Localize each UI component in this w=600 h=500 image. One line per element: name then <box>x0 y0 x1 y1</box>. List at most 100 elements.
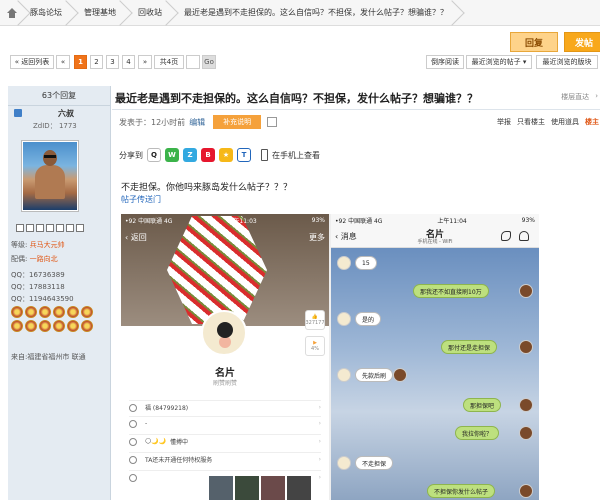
medal-icon[interactable] <box>53 306 65 318</box>
medal-icon[interactable] <box>39 320 51 332</box>
supplement-button[interactable]: 补充说明 <box>213 115 262 129</box>
medal-icon[interactable] <box>53 320 65 332</box>
cover-photo <box>167 216 267 324</box>
reply-button[interactable]: 回复 <box>510 32 558 52</box>
go-button[interactable]: Go <box>202 55 216 69</box>
blog-icon[interactable] <box>56 224 64 232</box>
floor-jump-label: 楼层直达 <box>561 93 590 101</box>
crown-icon <box>129 437 137 446</box>
prev-page-button[interactable]: « <box>56 55 70 69</box>
mobile-phone-icon <box>261 149 268 161</box>
breadcrumb-item-thread[interactable]: 最近老是遇到不走担保的。这么自信吗？不担保，发什么帖子？想骗谁？？ <box>170 0 456 26</box>
reverse-read-button[interactable]: 倒序阅读 <box>426 55 464 69</box>
thread-portal-link[interactable]: 帖子传送门 <box>121 194 161 205</box>
chat-bubble-self: 那付还是走担保 <box>441 340 498 354</box>
contact-icon <box>519 231 529 241</box>
medal-icon[interactable] <box>67 306 79 318</box>
photo-thumb <box>261 476 285 500</box>
breadcrumb: 豚岛论坛 管理基地 回收站 最近老是遇到不走担保的。这么自信吗？不担保，发什么帖… <box>0 0 600 26</box>
level-value: 兵马大元帅 <box>29 241 65 249</box>
next-page-button[interactable]: » <box>138 55 152 69</box>
medal-icon[interactable] <box>25 306 37 318</box>
qq-2: QQ：17883118 <box>11 283 65 291</box>
floor-label: 楼主 <box>585 118 599 126</box>
back-to-list-button[interactable]: « 返回列表 <box>10 55 54 69</box>
breadcrumb-item-admin[interactable]: 管理基地 <box>70 0 124 26</box>
profile-name: 名片 <box>215 368 235 379</box>
medal-icon[interactable] <box>81 320 93 332</box>
medal-list <box>11 306 101 332</box>
mail-icon[interactable] <box>76 224 84 232</box>
page-3[interactable]: 3 <box>106 55 119 69</box>
contact-avatar <box>337 312 351 326</box>
page-jump-input[interactable] <box>186 55 200 69</box>
only-author-link[interactable]: 只看楼主 <box>517 117 545 127</box>
favorite-star-icon[interactable]: ★ <box>219 148 233 162</box>
use-item-link[interactable]: 使用道具 <box>551 117 579 127</box>
medal-icon[interactable] <box>39 306 51 318</box>
message-icon[interactable] <box>16 224 24 232</box>
medal-icon[interactable] <box>11 320 23 332</box>
add-friend-icon[interactable] <box>26 224 34 232</box>
uid-label: ZdID： <box>33 122 57 130</box>
total-pages: 共4页 <box>154 55 184 69</box>
chat-bubble: 先款后刷 <box>355 368 394 382</box>
avatar[interactable] <box>21 140 79 212</box>
back-button: ‹ 返回 <box>125 233 147 242</box>
profile-row-qq: 福 (84799218) › <box>129 400 321 414</box>
page-2[interactable]: 2 <box>90 55 103 69</box>
chevron-right-icon: › <box>595 92 598 100</box>
medal-icon[interactable] <box>25 320 37 332</box>
share-icon[interactable] <box>66 224 74 232</box>
qq-icon[interactable]: Q <box>147 148 161 162</box>
breadcrumb-item-recycle[interactable]: 回收站 <box>124 0 170 26</box>
profile-avatar <box>201 310 247 356</box>
photo-thumb <box>287 476 311 500</box>
level-line: 等级: 兵马大元帅 <box>11 241 65 249</box>
post-meta: 发表于：12小时前 编辑 补充说明 举报 只看楼主 使用道具 楼主 <box>119 115 599 129</box>
wechat-icon[interactable]: W <box>165 148 179 162</box>
floor-jump[interactable]: 楼层直达 › <box>561 92 598 102</box>
medal-icon[interactable] <box>11 306 23 318</box>
page-4[interactable]: 4 <box>122 55 135 69</box>
chat-header: ‹ 消息 名片 手机在线 - WiFi <box>331 226 539 248</box>
screenshot-profile[interactable]: •92 中国联通 4G 上午11:03 93% ‹ 返回 更多 福 (8479921… <box>121 214 329 500</box>
qq-1: QQ：16736389 <box>11 271 65 279</box>
weibo-icon[interactable]: B <box>201 148 215 162</box>
qq-penguin-icon <box>129 403 137 412</box>
username-row: 六叔 <box>8 106 110 120</box>
photo-thumb <box>235 476 259 500</box>
new-post-button[interactable]: 发帖 <box>564 32 600 52</box>
profile-icon[interactable] <box>36 224 44 232</box>
medal-icon[interactable] <box>67 320 79 332</box>
contact-avatar <box>337 456 351 470</box>
recent-boards-button[interactable]: 最近浏览的版块 <box>536 55 598 69</box>
contact-avatar <box>337 368 351 382</box>
text-size-icon[interactable] <box>267 117 278 127</box>
recent-threads-dropdown[interactable]: 最近浏览的帖子 ▾ <box>466 55 532 69</box>
chat-bubble: 不走担保 <box>355 456 394 470</box>
album-icon[interactable] <box>46 224 54 232</box>
avatar-photo <box>23 142 77 210</box>
breadcrumb-item-forum[interactable]: 豚岛论坛 <box>22 0 70 26</box>
more-button: 更多 <box>309 233 325 242</box>
edit-link[interactable]: 编辑 <box>189 117 205 128</box>
share-bar: 分享到 Q W Z B ★ T 在手机上查看 <box>119 146 320 164</box>
username[interactable]: 六叔 <box>58 108 74 119</box>
action-bar: 回复 发帖 <box>0 28 600 54</box>
screenshot-chat[interactable]: •92 中国联通 4G 上午11:04 93% ‹ 消息 名片 手机在线 - WiF… <box>331 214 539 500</box>
qzone-icon[interactable]: Z <box>183 148 197 162</box>
like-button: 👍 327177 <box>305 310 325 330</box>
diamond-icon <box>129 455 137 464</box>
chat-bubble-self: 那担保吧 <box>463 398 502 412</box>
medal-icon[interactable] <box>81 306 93 318</box>
mobile-view-link[interactable]: 在手机上查看 <box>272 150 320 161</box>
post-images: •92 中国联通 4G 上午11:03 93% ‹ 返回 更多 福 (8479921… <box>121 214 539 500</box>
report-link[interactable]: 举报 <box>497 117 511 127</box>
home-icon <box>6 7 17 18</box>
page-1[interactable]: 1 <box>74 55 87 69</box>
tencent-icon[interactable]: T <box>237 148 251 162</box>
home-link[interactable] <box>0 0 22 26</box>
play-button: ▶ 4% <box>305 336 325 356</box>
user-id: ZdID： 1773 <box>8 120 110 132</box>
